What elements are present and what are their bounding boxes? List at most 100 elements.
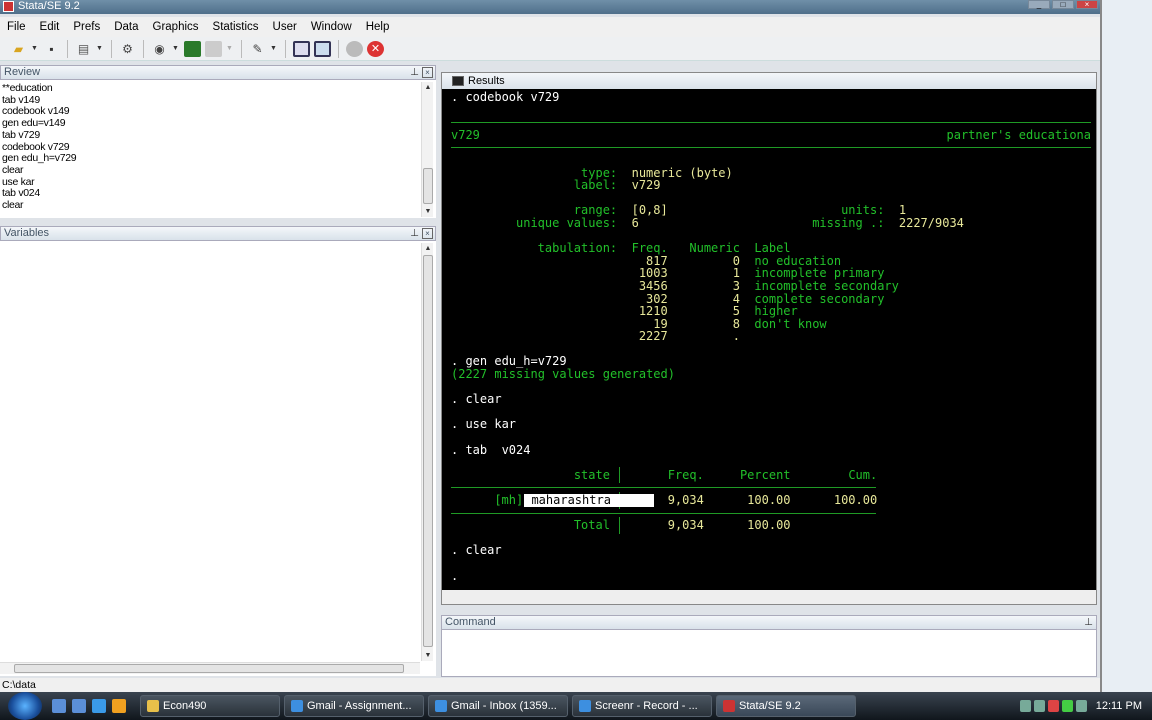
label-value: don't know — [754, 316, 827, 331]
status-bar: C:\data — [0, 678, 1100, 692]
save-icon[interactable]: ▪ — [43, 41, 60, 57]
menu-file[interactable]: File — [0, 21, 33, 33]
command-echo: . tab v024 — [451, 442, 531, 457]
menu-prefs[interactable]: Prefs — [66, 21, 107, 33]
switch-windows-icon[interactable] — [72, 699, 86, 713]
state-value-selected[interactable]: maharashtra — [524, 494, 655, 507]
command-header: Command ⊥ — [441, 615, 1097, 630]
show-desktop-icon[interactable] — [52, 699, 66, 713]
tray-icon[interactable] — [1033, 700, 1045, 712]
range-value: [0,8] — [631, 203, 668, 218]
numeric-header: Numeric — [689, 241, 740, 256]
print-icon[interactable]: ▤ — [75, 41, 92, 57]
menu-edit[interactable]: Edit — [33, 21, 67, 33]
system-tray: 12:11 PM — [1019, 700, 1152, 712]
taskbar: Econ490 Gmail - Assignment... Gmail - In… — [0, 692, 1152, 720]
pin-icon[interactable]: ⊥ — [410, 66, 419, 79]
command-echo: . clear — [451, 392, 502, 407]
chevron-down-icon[interactable]: ▼ — [31, 45, 39, 52]
window-controls: _ □ × — [1028, 0, 1098, 10]
start-button[interactable] — [8, 692, 42, 720]
window-title: Stata/SE 9.2 — [18, 0, 80, 12]
chevron-down-icon[interactable]: ▼ — [270, 45, 278, 52]
chevron-down-icon[interactable]: ▼ — [96, 45, 104, 52]
state-code: [mh] — [494, 493, 524, 507]
menu-graphics[interactable]: Graphics — [146, 21, 206, 33]
clock[interactable]: 12:11 PM — [1096, 700, 1142, 712]
menu-user[interactable]: User — [266, 21, 304, 33]
taskbar-item-gmail-inbox[interactable]: Gmail - Inbox (1359... — [428, 695, 568, 717]
viewer-eye-icon[interactable]: ◉ — [151, 41, 168, 57]
variables-header: Variables ⊥ × — [0, 226, 436, 241]
variables-hscrollbar[interactable] — [0, 662, 420, 674]
graph-icon[interactable] — [184, 40, 201, 57]
results-window: Results . codebook v729 v729 partner's ed… — [441, 72, 1097, 605]
results-header: Results — [442, 73, 1096, 89]
command-echo: . codebook v729 — [451, 91, 560, 104]
taskbar-item-econ490[interactable]: Econ490 — [140, 695, 280, 717]
freq-value: 9,034 — [667, 493, 704, 507]
menu-data[interactable]: Data — [107, 21, 145, 33]
open-icon[interactable]: ▰ — [10, 41, 27, 57]
results-icon — [452, 76, 464, 86]
close-icon[interactable]: × — [422, 228, 433, 239]
break-icon[interactable]: ✕ — [367, 40, 384, 57]
review-item[interactable]: clear — [2, 199, 76, 212]
taskbar-item-gmail-assignment[interactable]: Gmail - Assignment... — [284, 695, 424, 717]
variable-name: v729 — [451, 127, 480, 142]
review-header: Review ⊥ × — [0, 65, 436, 80]
numeric-value: 0 — [732, 253, 740, 268]
close-button[interactable]: × — [1076, 0, 1098, 9]
menu-window[interactable]: Window — [304, 21, 359, 33]
stata-app-icon — [3, 1, 14, 12]
background-window — [1100, 0, 1152, 692]
data-browser-icon[interactable] — [293, 40, 310, 57]
chevron-down-icon[interactable]: ▼ — [172, 45, 180, 52]
menu-help[interactable]: Help — [359, 21, 397, 33]
percent-header: Percent — [739, 467, 791, 482]
review-item[interactable]: tab v729 — [2, 129, 76, 142]
results-hscrollbar[interactable] — [442, 590, 1096, 604]
menu-bar: File Edit Prefs Data Graphics Statistics… — [0, 17, 1100, 37]
more-icon — [346, 40, 363, 57]
close-icon[interactable]: × — [422, 67, 433, 78]
command-echo: . clear — [451, 543, 502, 558]
freq-value: 2227 — [638, 329, 668, 344]
numeric-value: 8 — [732, 316, 740, 331]
numeric-value: 5 — [732, 304, 740, 319]
review-item[interactable]: clear — [2, 164, 76, 177]
freq-header: Freq. — [667, 467, 704, 482]
taskbar-item-stata[interactable]: Stata/SE 9.2 — [716, 695, 856, 717]
pin-icon[interactable]: ⊥ — [1084, 616, 1093, 629]
label-key: label: — [573, 178, 618, 193]
media-player-icon[interactable] — [112, 699, 126, 713]
numeric-value: 3 — [732, 278, 740, 293]
data-editor-icon[interactable]: ✎ — [249, 41, 266, 57]
pin-icon[interactable]: ⊥ — [410, 227, 419, 240]
review-item[interactable]: **education — [2, 82, 76, 95]
internet-explorer-icon[interactable] — [92, 699, 106, 713]
log-icon[interactable]: ⚙ — [119, 41, 136, 57]
command-echo: . use kar — [451, 417, 517, 432]
volume-icon[interactable] — [1075, 700, 1087, 712]
numeric-value: . — [732, 329, 740, 344]
tray-icon[interactable] — [1047, 700, 1059, 712]
freq-value: 1210 — [638, 304, 668, 319]
command-input[interactable] — [442, 632, 1096, 676]
total-percent: 100.00 — [747, 518, 791, 533]
maximize-button[interactable]: □ — [1052, 0, 1074, 9]
taskbar-item-screenr[interactable]: Screenr - Record - ... — [572, 695, 712, 717]
menu-statistics[interactable]: Statistics — [206, 21, 266, 33]
tray-icon[interactable] — [1061, 700, 1073, 712]
variables-pane: Variables ⊥ × ▲ ▼ — [0, 226, 436, 676]
total-label: Total — [573, 518, 610, 533]
minimize-button[interactable]: _ — [1028, 0, 1050, 9]
tray-icon[interactable] — [1019, 700, 1031, 712]
title-bar: Stata/SE 9.2 — [0, 0, 1100, 14]
review-scrollbar[interactable]: ▲ ▼ — [421, 82, 433, 217]
tabulation-key: tabulation: — [537, 241, 618, 256]
freq-value: 3456 — [638, 278, 668, 293]
variables-manager-icon[interactable] — [314, 40, 331, 57]
cum-header: Cum. — [848, 467, 878, 482]
variables-scrollbar[interactable]: ▲ ▼ — [421, 243, 433, 661]
